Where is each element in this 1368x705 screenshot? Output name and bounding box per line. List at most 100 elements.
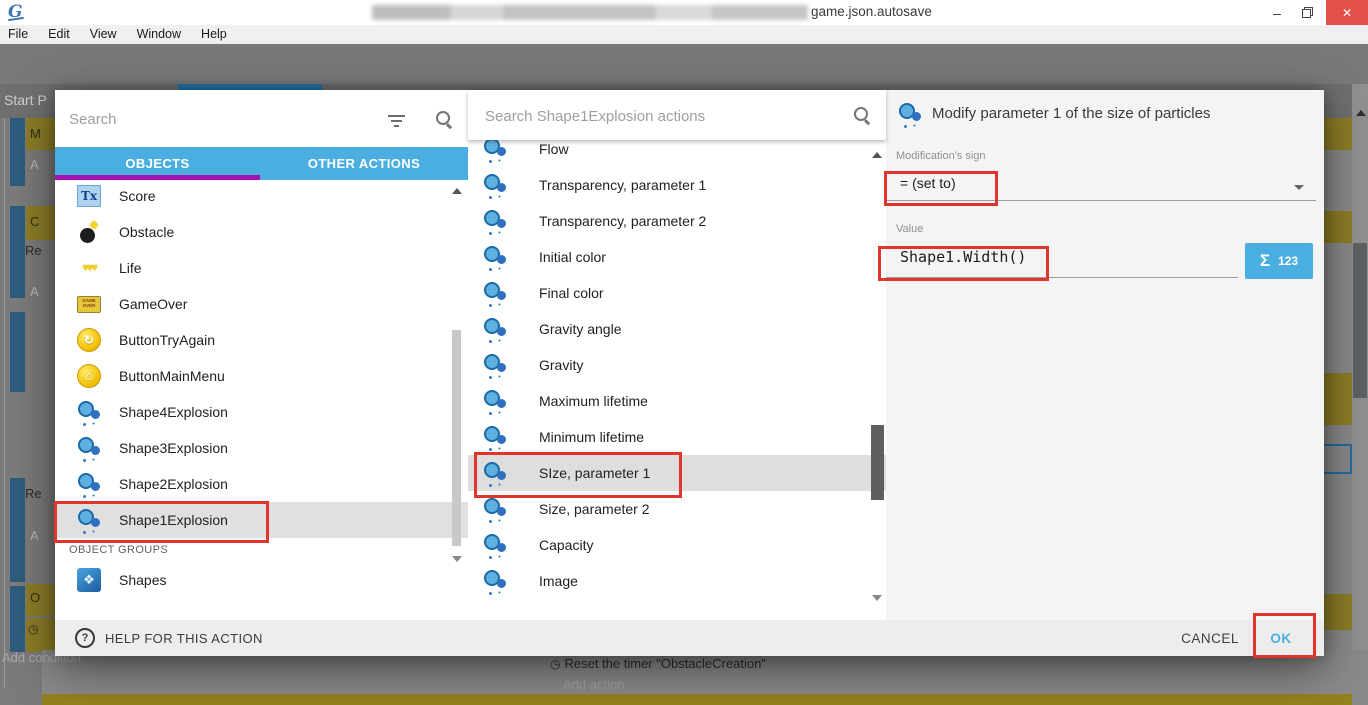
- restore-button[interactable]: [1292, 0, 1322, 25]
- menu-view[interactable]: View: [80, 25, 127, 44]
- bomb-icon: [78, 221, 100, 243]
- event-text-fragment: M: [30, 126, 41, 141]
- event-text-fragment: C: [30, 214, 39, 229]
- close-button[interactable]: ✕: [1326, 0, 1368, 25]
- window-title-redacted: [372, 5, 808, 20]
- action-item-capacity[interactable]: Capacity: [468, 527, 886, 563]
- menu-edit[interactable]: Edit: [38, 25, 80, 44]
- object-groups-header: OBJECT GROUPS: [69, 544, 449, 556]
- scroll-up-icon[interactable]: [872, 152, 882, 158]
- particle-emitter-icon: [483, 389, 507, 413]
- event-header: [1324, 594, 1352, 630]
- event-header-bar: [42, 694, 1352, 705]
- actions-search-bar: [468, 90, 886, 140]
- event-bar: [10, 206, 25, 298]
- timer-icon: ◷: [28, 622, 38, 636]
- action-item-transparency-2[interactable]: Transparency, parameter 2: [468, 203, 886, 239]
- list-item-gameover[interactable]: GAME OVER GameOver: [55, 286, 468, 322]
- help-button[interactable]: ? HELP FOR THIS ACTION: [75, 620, 263, 656]
- expression-builder-button[interactable]: Σ 123: [1245, 243, 1313, 279]
- list-item-life[interactable]: ♥♥♥ Life: [55, 250, 468, 286]
- actions-scrollbar-thumb[interactable]: [871, 425, 884, 500]
- action-item-size-2[interactable]: Size, parameter 2: [468, 491, 886, 527]
- field-underline: [886, 200, 1316, 201]
- scroll-up-icon[interactable]: [1356, 110, 1366, 116]
- window-title: game.json.autosave: [811, 4, 932, 19]
- list-item-shape3explosion[interactable]: Shape3Explosion: [55, 430, 468, 466]
- add-action-link[interactable]: Add action: [563, 677, 624, 692]
- action-item-gravity[interactable]: Gravity: [468, 347, 886, 383]
- action-editor-dialog: OBJECTS OTHER ACTIONS Tx Score Obstacle …: [55, 90, 1324, 656]
- sigma-icon: Σ: [1260, 251, 1270, 271]
- particle-emitter-icon: [483, 533, 507, 557]
- scroll-down-icon[interactable]: [872, 595, 882, 601]
- action-item-image[interactable]: Image: [468, 563, 886, 599]
- list-item-shape2explosion[interactable]: Shape2Explosion: [55, 466, 468, 502]
- action-item-minimum-lifetime[interactable]: Minimum lifetime: [468, 419, 886, 455]
- list-item-buttonmainmenu[interactable]: ⌂ ButtonMainMenu: [55, 358, 468, 394]
- particle-emitter-icon: [77, 472, 101, 496]
- sign-select[interactable]: = (set to): [900, 175, 956, 191]
- events-tree-line: [4, 118, 5, 688]
- object-group-icon: ❖: [77, 568, 101, 592]
- action-item-size-1-selected[interactable]: SIze, parameter 1: [468, 455, 886, 491]
- event-bar: [10, 118, 25, 186]
- event-bar: [10, 478, 25, 582]
- event-action-reset-timer: ◷ Reset the timer "ObstacleCreation": [550, 656, 766, 671]
- particle-emitter-icon: [77, 436, 101, 460]
- list-item-shapes-group[interactable]: ❖ Shapes: [55, 562, 468, 598]
- scroll-down-icon[interactable]: [452, 556, 462, 562]
- tab-other-actions[interactable]: OTHER ACTIONS: [260, 147, 468, 180]
- event-text-fragment: Re: [25, 243, 42, 258]
- tab-start-page[interactable]: Start P: [4, 92, 47, 108]
- refresh-button-icon: ↻: [77, 328, 101, 352]
- hearts-icon: ♥♥♥: [82, 262, 96, 274]
- event-bar: [10, 586, 25, 652]
- particle-emitter-icon: [483, 173, 507, 197]
- title-bar: G game.json.autosave – ✕: [0, 0, 1368, 25]
- action-title: Modify parameter 1 of the size of partic…: [932, 98, 1312, 128]
- action-item-initial-color[interactable]: Initial color: [468, 239, 886, 275]
- value-expression-input[interactable]: [900, 246, 1230, 268]
- timer-icon: ◷: [550, 657, 560, 671]
- menu-window[interactable]: Window: [127, 25, 191, 44]
- actions-list: Flow Transparency, parameter 1 Transpare…: [468, 131, 886, 620]
- objects-list: Tx Score Obstacle ♥♥♥ Life GAME OVER Gam…: [55, 180, 468, 610]
- list-item-shape4explosion[interactable]: Shape4Explosion: [55, 394, 468, 430]
- particle-emitter-icon: [483, 569, 507, 593]
- chevron-down-icon[interactable]: [1294, 185, 1304, 190]
- window-scrollbar-thumb[interactable]: [1353, 243, 1367, 398]
- search-icon: [435, 110, 453, 133]
- list-item-score[interactable]: Tx Score: [55, 180, 468, 214]
- list-item-obstacle[interactable]: Obstacle: [55, 214, 468, 250]
- menu-file[interactable]: File: [0, 25, 38, 44]
- event-header: [1324, 118, 1352, 150]
- help-icon: ?: [75, 628, 95, 648]
- actions-search-input[interactable]: [483, 101, 817, 131]
- minimize-button[interactable]: –: [1262, 0, 1292, 25]
- menu-help[interactable]: Help: [191, 25, 237, 44]
- home-button-icon: ⌂: [77, 364, 101, 388]
- event-bar: [10, 312, 25, 392]
- objects-search-bar: [55, 90, 468, 147]
- scroll-up-icon[interactable]: [452, 188, 462, 194]
- action-item-maximum-lifetime[interactable]: Maximum lifetime: [468, 383, 886, 419]
- particle-emitter-icon: [483, 461, 507, 485]
- particle-emitter-icon: [483, 317, 507, 341]
- action-item-final-color[interactable]: Final color: [468, 275, 886, 311]
- action-item-transparency-1[interactable]: Transparency, parameter 1: [468, 167, 886, 203]
- objects-search-input[interactable]: [67, 104, 371, 134]
- action-item-gravity-angle[interactable]: Gravity angle: [468, 311, 886, 347]
- particle-emitter-icon: [483, 497, 507, 521]
- event-text-fragment: A: [30, 528, 39, 543]
- gdevelop-window: G game.json.autosave – ✕ File Edit View …: [0, 0, 1368, 705]
- list-item-buttontryagain[interactable]: ↻ ButtonTryAgain: [55, 322, 468, 358]
- menu-bar: File Edit View Window Help: [0, 25, 1368, 44]
- ok-button[interactable]: OK: [1259, 620, 1303, 656]
- objects-scrollbar-thumb[interactable]: [452, 330, 461, 546]
- cancel-button[interactable]: CANCEL: [1175, 620, 1245, 656]
- app-logo-icon: G: [8, 2, 28, 22]
- sign-field-label: Modification's sign: [896, 150, 986, 162]
- filter-icon[interactable]: [388, 115, 405, 127]
- list-item-shape1explosion-selected[interactable]: Shape1Explosion: [55, 502, 468, 538]
